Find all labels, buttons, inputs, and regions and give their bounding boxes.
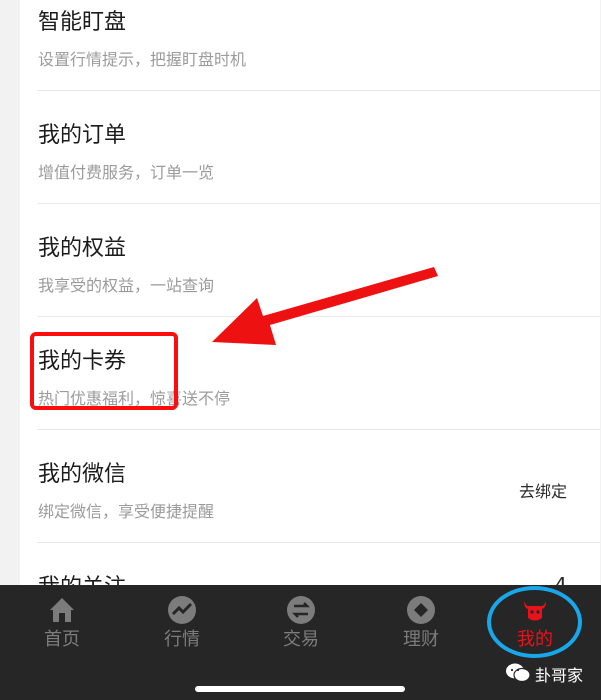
annotation-arrow [212, 267, 438, 345]
